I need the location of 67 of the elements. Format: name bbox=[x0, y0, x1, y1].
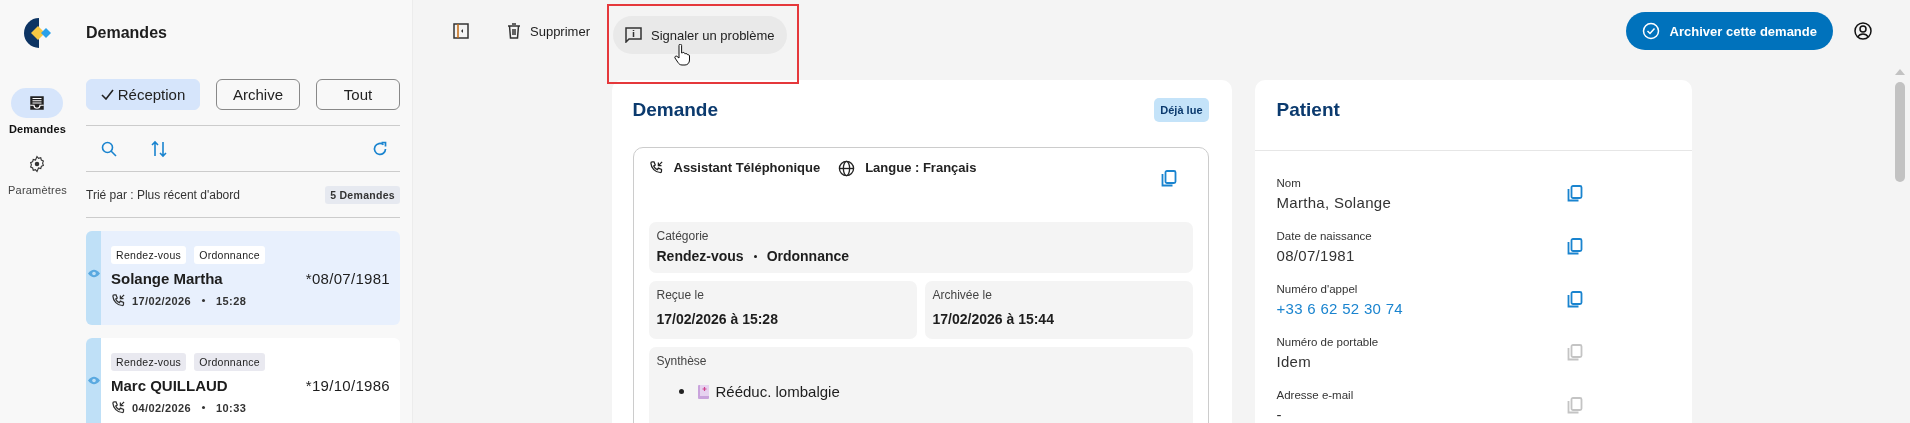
language-label: Langue : Français bbox=[865, 160, 977, 175]
field-label: Numéro de portable bbox=[1276, 336, 1379, 348]
panel-title: Demandes bbox=[86, 24, 168, 42]
panel-toggle-icon bbox=[453, 23, 469, 39]
summary-field: Synthèse Rééduc. lombalgie bbox=[648, 347, 1193, 423]
filter-chip[interactable]: Tout bbox=[316, 79, 400, 110]
field-value: - bbox=[1276, 406, 1283, 423]
book-icon bbox=[696, 383, 710, 400]
filter-chip[interactable]: Réception bbox=[86, 79, 200, 110]
delete-button[interactable]: Supprimer bbox=[495, 12, 602, 50]
eye-icon bbox=[87, 375, 100, 385]
field-value: Idem bbox=[1276, 353, 1313, 370]
tag: Ordonnance bbox=[194, 353, 265, 371]
field-label: Nom bbox=[1276, 177, 1302, 189]
tag: Ordonnance bbox=[194, 246, 265, 264]
copy-icon[interactable] bbox=[1566, 291, 1583, 309]
info-message-icon bbox=[624, 27, 642, 43]
search-icon[interactable] bbox=[101, 140, 117, 157]
field-value: 08/07/1981 bbox=[1276, 247, 1356, 264]
archived-field: Archivée le 17/02/2026 à 15:44 bbox=[924, 281, 1193, 339]
birthdate: *08/07/1981 bbox=[305, 270, 390, 287]
request-card[interactable]: Rendez-vous Ordonnance Marc QUILLAUD *19/10/1986 04/02/2026 10:33 bbox=[86, 338, 400, 423]
phone-incoming-icon bbox=[111, 400, 126, 415]
inbox-icon bbox=[28, 94, 47, 112]
category-field: Catégorie Rendez-vous Ordonnance bbox=[648, 222, 1193, 273]
copy-icon[interactable] bbox=[1160, 170, 1177, 188]
patient-name: Marc QUILLAUD bbox=[111, 377, 228, 394]
archive-button[interactable]: Archiver cette demande bbox=[1625, 12, 1833, 50]
globe-icon bbox=[838, 160, 856, 177]
copy-icon[interactable] bbox=[1566, 185, 1583, 203]
phone-incoming-icon bbox=[648, 160, 664, 175]
trash-icon bbox=[507, 23, 521, 39]
count-badge: 5 Demandes bbox=[325, 185, 400, 204]
copy-icon[interactable] bbox=[1566, 238, 1583, 256]
summary-item: Rééduc. lombalgie bbox=[715, 383, 840, 400]
phone-link[interactable]: +33 6 62 52 30 74 bbox=[1276, 300, 1403, 317]
tag: Rendez-vous bbox=[111, 246, 187, 264]
tag: Rendez-vous bbox=[111, 353, 187, 371]
time: 15:28 bbox=[216, 294, 247, 307]
field-value: Martha, Solange bbox=[1276, 194, 1392, 211]
phone-incoming-icon bbox=[111, 293, 126, 308]
patient-name: Solange Martha bbox=[111, 270, 223, 287]
report-button[interactable]: Signaler un problème bbox=[612, 16, 787, 54]
check-icon bbox=[100, 89, 114, 100]
field-label: Numéro d'appel bbox=[1276, 283, 1359, 295]
time: 10:33 bbox=[216, 401, 247, 414]
sort-label: Trié par : Plus récent d'abord bbox=[86, 187, 240, 202]
nav-item[interactable]: Paramètres bbox=[8, 149, 67, 196]
filter-chip[interactable]: Archive bbox=[216, 79, 300, 110]
refresh-icon[interactable] bbox=[372, 140, 388, 157]
account-icon[interactable] bbox=[1854, 22, 1872, 40]
card-title: Patient bbox=[1254, 80, 1692, 151]
date: 04/02/2026 bbox=[132, 401, 192, 414]
source-label: Assistant Téléphonique bbox=[673, 160, 821, 175]
pointer-cursor-icon bbox=[673, 44, 690, 66]
sort-icon[interactable] bbox=[151, 139, 167, 158]
card-title: Demande bbox=[632, 99, 719, 121]
date: 17/02/2026 bbox=[132, 294, 192, 307]
birthdate: *19/10/1986 bbox=[305, 377, 390, 394]
eye-icon bbox=[87, 268, 100, 278]
field-label: Adresse e-mail bbox=[1276, 389, 1354, 401]
check-circle-icon bbox=[1641, 22, 1660, 40]
field-label: Date de naissance bbox=[1276, 230, 1372, 242]
request-card[interactable]: Rendez-vous Ordonnance Solange Martha *08/07/1981 17/02/2026 15:28 bbox=[86, 231, 400, 325]
status-badge: Déjà lue bbox=[1154, 98, 1209, 122]
received-field: Reçue le 17/02/2026 à 15:28 bbox=[648, 281, 917, 339]
settings-icon bbox=[28, 155, 47, 173]
